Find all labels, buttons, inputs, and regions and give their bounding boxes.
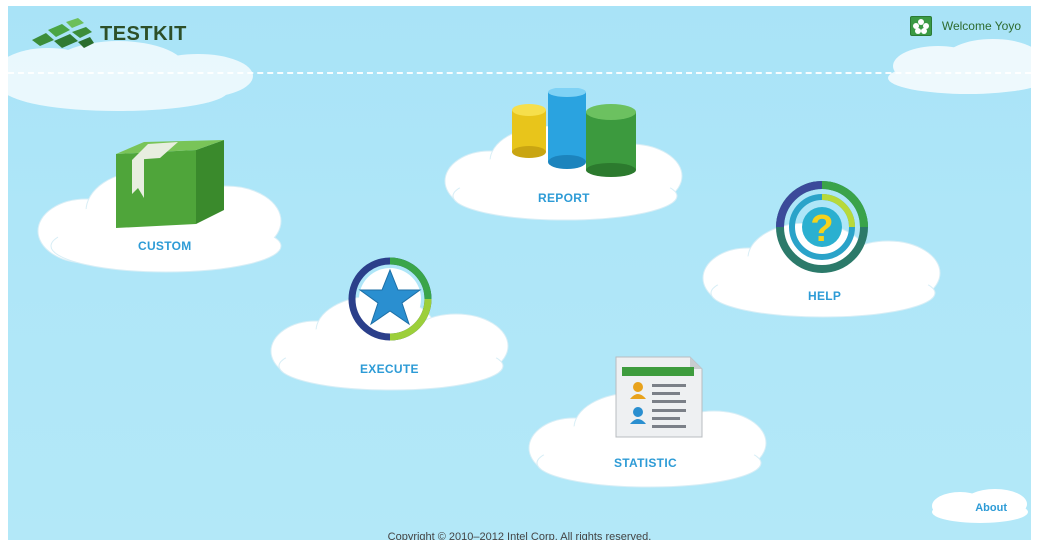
custom-label: CUSTOM	[138, 239, 192, 253]
flower-icon	[909, 16, 932, 36]
help-label: HELP	[808, 289, 842, 303]
svg-text:?: ?	[810, 208, 833, 250]
brand-name: TESTKIT	[100, 22, 187, 45]
welcome-text: Welcome Yoyo	[941, 19, 1021, 33]
statistic-label: STATISTIC	[614, 456, 677, 470]
statistic-button[interactable]: STATISTIC	[524, 351, 774, 496]
custom-button[interactable]: CUSTOM	[36, 126, 296, 276]
bar-chart-icon	[512, 88, 636, 177]
document-icon	[615, 356, 703, 438]
header-cloud-right	[888, 39, 1031, 94]
about-link[interactable]: About	[975, 502, 1007, 514]
box-icon	[116, 140, 224, 228]
user-welcome[interactable]: Welcome Yoyo	[909, 16, 1021, 36]
logo[interactable]: TESTKIT	[32, 18, 187, 50]
execute-button[interactable]: EXECUTE	[266, 256, 516, 398]
copyright: Copyright © 2010–2012 Intel Corp. All ri…	[387, 531, 652, 540]
main-window: TESTKIT Welcome Yoyo CUSTOM REPORT ? HEL…	[8, 6, 1031, 540]
help-button[interactable]: ? HELP	[698, 181, 948, 326]
star-icon	[348, 257, 432, 341]
execute-label: EXECUTE	[360, 362, 419, 376]
report-button[interactable]: REPORT	[440, 86, 690, 226]
testkit-logo-icon	[32, 18, 94, 48]
header-divider	[8, 72, 1031, 74]
report-label: REPORT	[538, 191, 590, 205]
help-icon: ?	[776, 181, 868, 273]
